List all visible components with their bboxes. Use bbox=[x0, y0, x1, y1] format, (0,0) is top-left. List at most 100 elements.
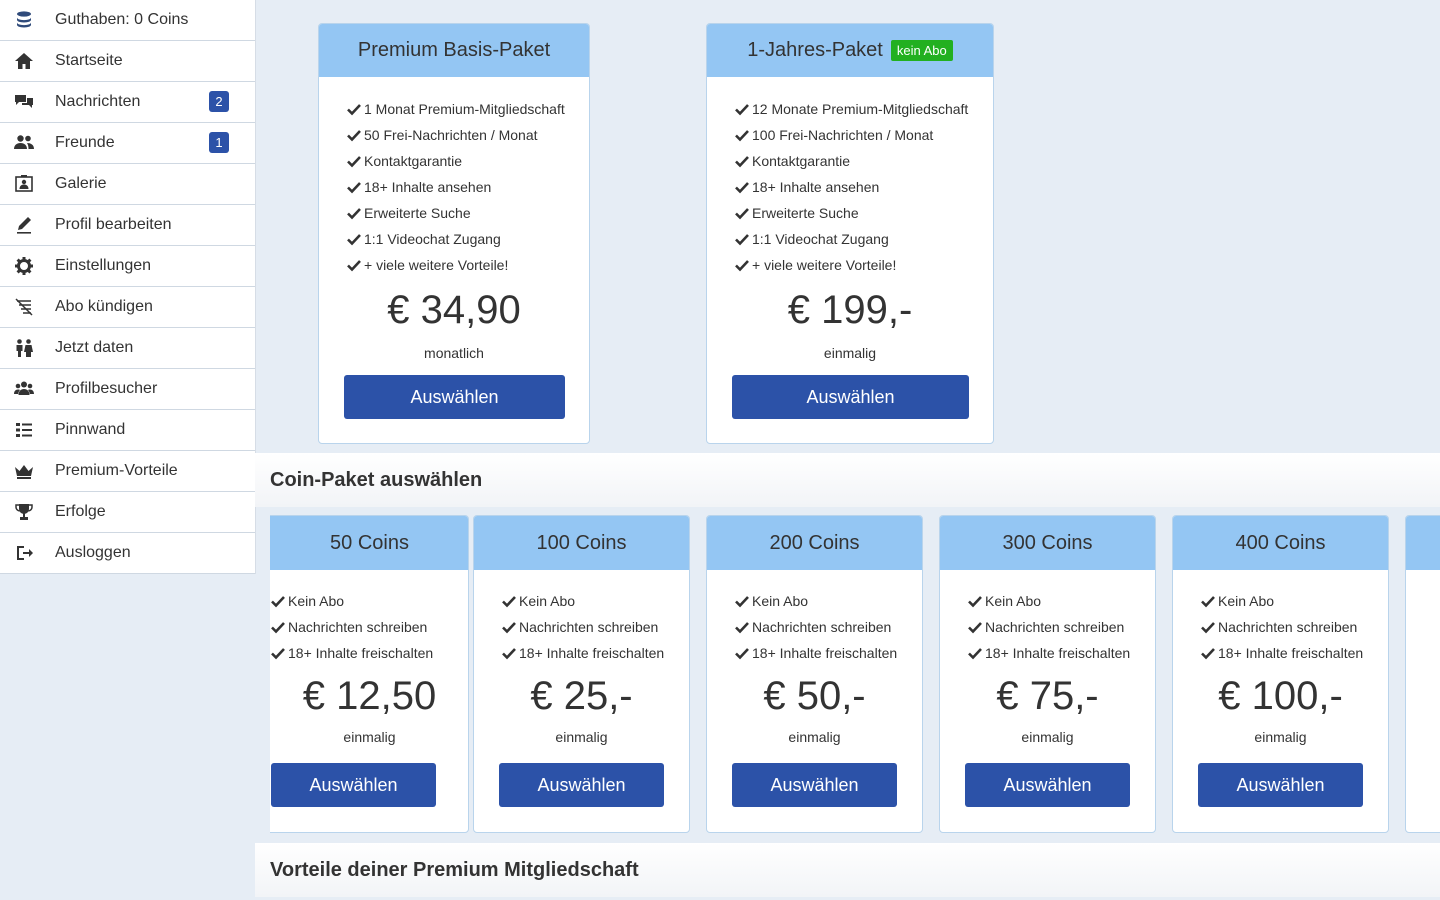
check-icon bbox=[347, 182, 361, 194]
edit-icon bbox=[0, 215, 55, 235]
package-period: einmalig bbox=[1021, 729, 1074, 745]
check-icon bbox=[347, 208, 361, 220]
sidebar-item-erfolge[interactable]: Erfolge bbox=[0, 492, 255, 533]
premium-package-card: Premium Basis-Paket 1 Monat Premium-Mitg… bbox=[318, 23, 590, 444]
feature-item: Kontaktgarantie bbox=[735, 148, 993, 174]
feature-list: Kein Abo Nachrichten schreiben 18+ Inhalte… bbox=[940, 570, 1155, 666]
check-icon bbox=[347, 130, 361, 142]
feature-list: Kein Abo Nachrichten schreiben 18+ Inhalte… bbox=[270, 570, 468, 666]
feature-list: 1 Monat Premium-Mitgliedschaft 50 Frei-N… bbox=[319, 77, 589, 278]
feature-item: + viele weitere Vorteile! bbox=[347, 252, 589, 278]
package-period: einmalig bbox=[1254, 729, 1307, 745]
sidebar-item-label: Guthaben: 0 Coins bbox=[55, 11, 189, 28]
coin-package-card: 200 Coins Kein Abo Nachrichten schreiben 18… bbox=[706, 515, 923, 833]
sidebar-item-jetzt-daten[interactable]: Jetzt daten bbox=[0, 328, 255, 369]
visitors-icon bbox=[0, 379, 55, 399]
gear-icon bbox=[0, 256, 55, 276]
check-icon bbox=[968, 596, 982, 608]
select-coin-package-button[interactable]: Auswählen bbox=[965, 763, 1130, 807]
package-title-text: 100 Coins bbox=[536, 531, 627, 554]
package-period: einmalig bbox=[823, 345, 877, 361]
package-period: einmalig bbox=[555, 729, 608, 745]
chat-icon bbox=[0, 92, 55, 112]
check-icon bbox=[502, 622, 516, 634]
feature-list: Kein Abo Nachrichten schreiben 18+ Inhalte… bbox=[707, 570, 922, 666]
feature-item: Kontaktgarantie bbox=[347, 148, 589, 174]
sidebar-item-label: Abo kündigen bbox=[55, 298, 153, 315]
sidebar-item-nachrichten[interactable]: Nachrichten 2 bbox=[0, 82, 255, 123]
coin-package-card: 100 Coins Kein Abo Nachrichten schreiben 18… bbox=[473, 515, 690, 833]
sidebar-item-label: Pinnwand bbox=[55, 421, 126, 438]
sidebar-item-premium-vorteile[interactable]: Premium-Vorteile bbox=[0, 451, 255, 492]
package-price: € 12,50 bbox=[302, 674, 437, 718]
feature-item: Nachrichten schreiben bbox=[502, 614, 689, 640]
package-price: € 34,90 bbox=[387, 288, 521, 332]
select-coin-package-button[interactable]: Auswählen bbox=[499, 763, 664, 807]
check-icon bbox=[968, 648, 982, 660]
coin-package-card-partial bbox=[1405, 515, 1440, 833]
check-icon bbox=[271, 648, 285, 660]
sidebar-item-label: Galerie bbox=[55, 175, 107, 192]
select-coin-package-button[interactable]: Auswählen bbox=[271, 763, 436, 807]
feature-item: Nachrichten schreiben bbox=[1201, 614, 1388, 640]
check-icon bbox=[347, 260, 361, 272]
package-title-text: 50 Coins bbox=[330, 531, 409, 554]
package-title: 1-Jahres-Paket kein Abo bbox=[707, 24, 993, 77]
sidebar-item-ausloggen[interactable]: Ausloggen bbox=[0, 533, 255, 574]
package-title-text: 300 Coins bbox=[1002, 531, 1093, 554]
feature-list: Kein Abo Nachrichten schreiben 18+ Inhalte… bbox=[474, 570, 689, 666]
sidebar-item-balance[interactable]: Guthaben: 0 Coins bbox=[0, 0, 255, 41]
sidebar-item-label: Erfolge bbox=[55, 503, 106, 520]
check-icon bbox=[735, 622, 749, 634]
check-icon bbox=[735, 104, 749, 116]
sidebar-item-einstellungen[interactable]: Einstellungen bbox=[0, 246, 255, 287]
feature-item: 50 Frei-Nachrichten / Monat bbox=[347, 122, 589, 148]
package-title-text: 1-Jahres-Paket bbox=[747, 39, 883, 61]
select-package-button[interactable]: Auswählen bbox=[732, 375, 969, 419]
feature-item: Nachrichten schreiben bbox=[271, 614, 468, 640]
feature-item: 100 Frei-Nachrichten / Monat bbox=[735, 122, 993, 148]
sidebar-item-label: Freunde bbox=[55, 134, 115, 151]
check-icon bbox=[735, 234, 749, 246]
sidebar-item-label: Premium-Vorteile bbox=[55, 462, 178, 479]
package-title bbox=[1406, 516, 1440, 570]
feature-item: 1:1 Videochat Zugang bbox=[735, 226, 993, 252]
section-title: Coin-Paket auswählen bbox=[270, 468, 483, 491]
no-subscription-tag: kein Abo bbox=[890, 40, 953, 61]
package-title-text: 400 Coins bbox=[1235, 531, 1326, 554]
check-icon bbox=[735, 596, 749, 608]
feature-item: Nachrichten schreiben bbox=[735, 614, 922, 640]
feature-item: 18+ Inhalte ansehen bbox=[347, 174, 589, 200]
package-title: 50 Coins bbox=[270, 516, 468, 570]
check-icon bbox=[735, 182, 749, 194]
sidebar-item-label: Einstellungen bbox=[55, 257, 152, 274]
coin-package-card: 400 Coins Kein Abo Nachrichten schreiben 18… bbox=[1172, 515, 1389, 833]
sidebar-item-galerie[interactable]: Galerie bbox=[0, 164, 255, 205]
feature-item: 1:1 Videochat Zugang bbox=[347, 226, 589, 252]
gallery-icon bbox=[0, 174, 55, 194]
sidebar-item-pinnwand[interactable]: Pinnwand bbox=[0, 410, 255, 451]
feature-list: 12 Monate Premium-Mitgliedschaft 100 Fre… bbox=[707, 77, 993, 278]
check-icon bbox=[347, 234, 361, 246]
sidebar-item-abo-kuendigen[interactable]: Abo kündigen bbox=[0, 287, 255, 328]
sidebar-item-label: Profilbesucher bbox=[55, 380, 158, 397]
feature-item: 12 Monate Premium-Mitgliedschaft bbox=[735, 96, 993, 122]
check-icon bbox=[502, 596, 516, 608]
feature-item: Kein Abo bbox=[968, 588, 1155, 614]
select-coin-package-button[interactable]: Auswählen bbox=[1198, 763, 1363, 807]
sidebar-item-profilbesucher[interactable]: Profilbesucher bbox=[0, 369, 255, 410]
select-package-button[interactable]: Auswählen bbox=[344, 375, 565, 419]
sidebar-item-profil-bearbeiten[interactable]: Profil bearbeiten bbox=[0, 205, 255, 246]
sidebar-item-freunde[interactable]: Freunde 1 bbox=[0, 123, 255, 164]
feature-item: 1 Monat Premium-Mitgliedschaft bbox=[347, 96, 589, 122]
select-coin-package-button[interactable]: Auswählen bbox=[732, 763, 897, 807]
check-icon bbox=[271, 596, 285, 608]
feature-item: 18+ Inhalte freischalten bbox=[735, 640, 922, 666]
check-icon bbox=[1201, 648, 1215, 660]
sidebar-item-label: Startseite bbox=[55, 52, 123, 69]
sidebar-item-startseite[interactable]: Startseite bbox=[0, 41, 255, 82]
list-icon bbox=[0, 420, 55, 440]
check-icon bbox=[735, 648, 749, 660]
feature-item: 18+ Inhalte freischalten bbox=[502, 640, 689, 666]
feature-item: 18+ Inhalte freischalten bbox=[271, 640, 468, 666]
